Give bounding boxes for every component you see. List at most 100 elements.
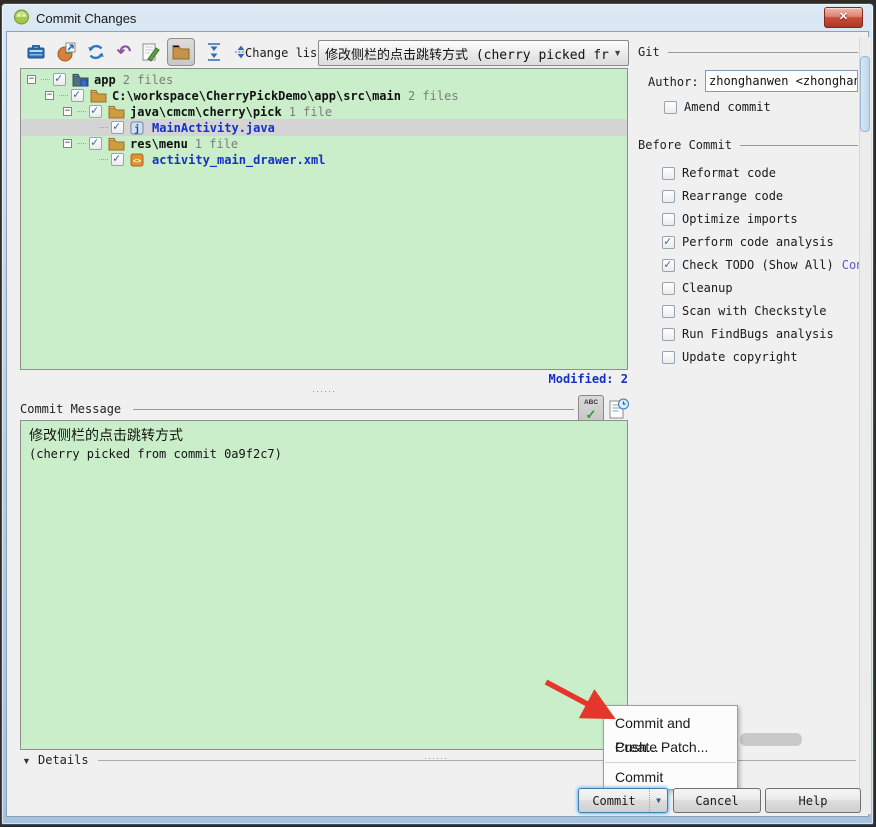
tree-row-main[interactable]: − ✓ C:\workspace\CherryPickDemo\app\src\… [21,87,627,104]
revert-icon[interactable]: ↶ [114,42,134,62]
menu-item-create-patch[interactable]: Create Patch... [604,735,737,759]
tree-row-drawer-xml[interactable]: ✓ <> activity_main_drawer.xml [21,151,627,168]
tree-file-count: 1 file [288,104,333,119]
scrollbar-track[interactable] [859,37,871,814]
menu-item-commit[interactable]: Commit [604,765,737,789]
expander-icon[interactable]: − [63,107,72,116]
spellcheck-icon[interactable]: ABC ✓ [578,395,604,422]
rearrange-code-option[interactable]: ✓ Rearrange code [662,189,860,203]
update-copyright-checkbox[interactable]: ✓ [662,350,675,364]
tree-row-res-menu[interactable]: − ✓ res\menu 1 file [21,135,627,152]
refresh-changes-icon[interactable] [86,42,106,62]
commit-button[interactable]: Commit ▼ [578,788,668,813]
checkbox-main[interactable]: ✓ [71,87,84,102]
cancel-button[interactable]: Cancel [673,788,761,813]
commit-dropdown-icon[interactable]: ▼ [649,789,667,812]
change-list-value: 修改侧栏的点击跳转方式 (cherry picked from ... [325,47,609,63]
xml-file-icon: <> [130,153,147,167]
reformat-code-checkbox[interactable]: ✓ [662,166,675,180]
configure-todo-link[interactable]: Configur [842,258,860,272]
tree-guide [41,79,50,80]
modified-count-status: Modified: 2 [548,372,629,386]
modified-count: 2 [620,372,628,386]
message-history-icon[interactable] [608,397,630,421]
update-copyright-option[interactable]: ✓ Update copyright [662,350,860,364]
tree-label: java\cmcm\cherry\pick [130,104,282,119]
folder-icon [90,89,107,103]
tree-row-app[interactable]: − ✓ app 2 files [21,71,627,88]
splitter-handle[interactable]: ······ [424,753,448,763]
findbugs-checkbox[interactable]: ✓ [662,327,675,341]
cleanup-checkbox[interactable]: ✓ [662,281,675,295]
tree-guide [99,127,108,128]
optimize-imports-option[interactable]: ✓ Optimize imports [662,212,860,226]
checkbox-res-menu[interactable]: ✓ [89,135,102,150]
tree-label: C:\workspace\CherryPickDemo\app\src\main [112,88,401,103]
checkstyle-checkbox[interactable]: ✓ [662,304,675,318]
java-file-icon: j [130,121,147,135]
cleanup-option[interactable]: ✓ Cleanup [662,281,860,295]
svg-text:<>: <> [133,157,141,165]
perform-code-analysis-checkbox[interactable]: ✓ [662,235,675,249]
perform-code-analysis-option[interactable]: ✓ Perform code analysis [662,235,860,249]
optimize-imports-checkbox[interactable]: ✓ [662,212,675,226]
tree-label: activity_main_drawer.xml [152,152,326,167]
checkbox-java-pkg[interactable]: ✓ [89,103,102,118]
tree-guide [77,143,86,144]
check-todo-checkbox[interactable]: ✓ [662,258,675,272]
close-icon[interactable]: ✕ [824,7,863,28]
author-field[interactable]: zhonghanwen <zhonghanwen@ [705,70,858,92]
folder-icon [108,137,125,151]
help-button[interactable]: Help [765,788,861,813]
horizontal-scrollbar-thumb[interactable] [740,733,802,746]
details-expander-icon[interactable]: ▼ [22,756,31,766]
commit-message-section-header: Commit Message [20,402,122,416]
checkbox-drawer-xml[interactable]: ✓ [111,151,124,166]
expander-icon[interactable]: − [63,139,72,148]
splitter-handle[interactable]: ······ [312,386,336,396]
tree-guide [99,159,108,160]
expander-icon[interactable]: − [45,91,54,100]
rearrange-code-checkbox[interactable]: ✓ [662,189,675,203]
expand-all-icon[interactable] [204,42,224,62]
window-title: Commit Changes [36,11,137,26]
divider [739,144,858,146]
edit-source-icon[interactable] [140,42,160,62]
tree-label: res\menu [130,136,188,151]
module-folder-icon [72,73,89,87]
findbugs-option[interactable]: ✓ Run FindBugs analysis [662,327,860,341]
tree-row-mainactivity[interactable]: ✓ j MainActivity.java [21,119,627,136]
checkbox-mainactivity[interactable]: ✓ [111,119,124,134]
divider [98,760,856,761]
tree-file-count: 2 files [122,72,174,87]
expander-icon[interactable]: − [27,75,36,84]
svg-text:j: j [134,123,140,135]
checkbox-app[interactable]: ✓ [53,71,66,86]
tree-row-java-pkg[interactable]: − ✓ java\cmcm\cherry\pick 1 file [21,103,627,120]
commit-message-line2: (cherry picked from commit 0a9f2c7) [29,447,282,461]
chevron-down-icon: ▼ [613,48,622,58]
screen: Commit Changes ✕ ↶ Change list: 修改侧栏的点击跳… [0,0,876,827]
annotation-arrow [528,668,628,735]
amend-commit-checkbox[interactable]: ✓ [664,100,677,114]
menu-separator [605,762,736,763]
divider [667,51,858,53]
change-list-combo[interactable]: 修改侧栏的点击跳转方式 (cherry picked from ... ▼ [318,40,629,66]
details-section-header[interactable]: Details [38,753,89,767]
android-studio-icon [13,8,30,25]
amend-commit-option[interactable]: ✓ Amend commit [664,100,862,114]
checkstyle-option[interactable]: ✓ Scan with Checkstyle [662,304,860,318]
group-by-directory-icon[interactable] [167,38,195,66]
show-diff-icon[interactable] [26,42,46,62]
move-to-another-changelist-icon[interactable] [56,42,76,62]
tree-file-count: 2 files [407,88,459,103]
before-commit-section-header: Before Commit [638,138,858,152]
check-todo-option[interactable]: ✓ Check TODO (Show All) Configur [662,258,860,272]
git-section-header: Git [638,45,858,59]
tree-file-count: 1 file [194,136,239,151]
tree-guide [77,111,86,112]
tree-label: app [94,72,116,87]
tree-label: MainActivity.java [152,120,275,135]
scrollbar-thumb[interactable] [860,56,870,132]
reformat-code-option[interactable]: ✓ Reformat code [662,166,860,180]
